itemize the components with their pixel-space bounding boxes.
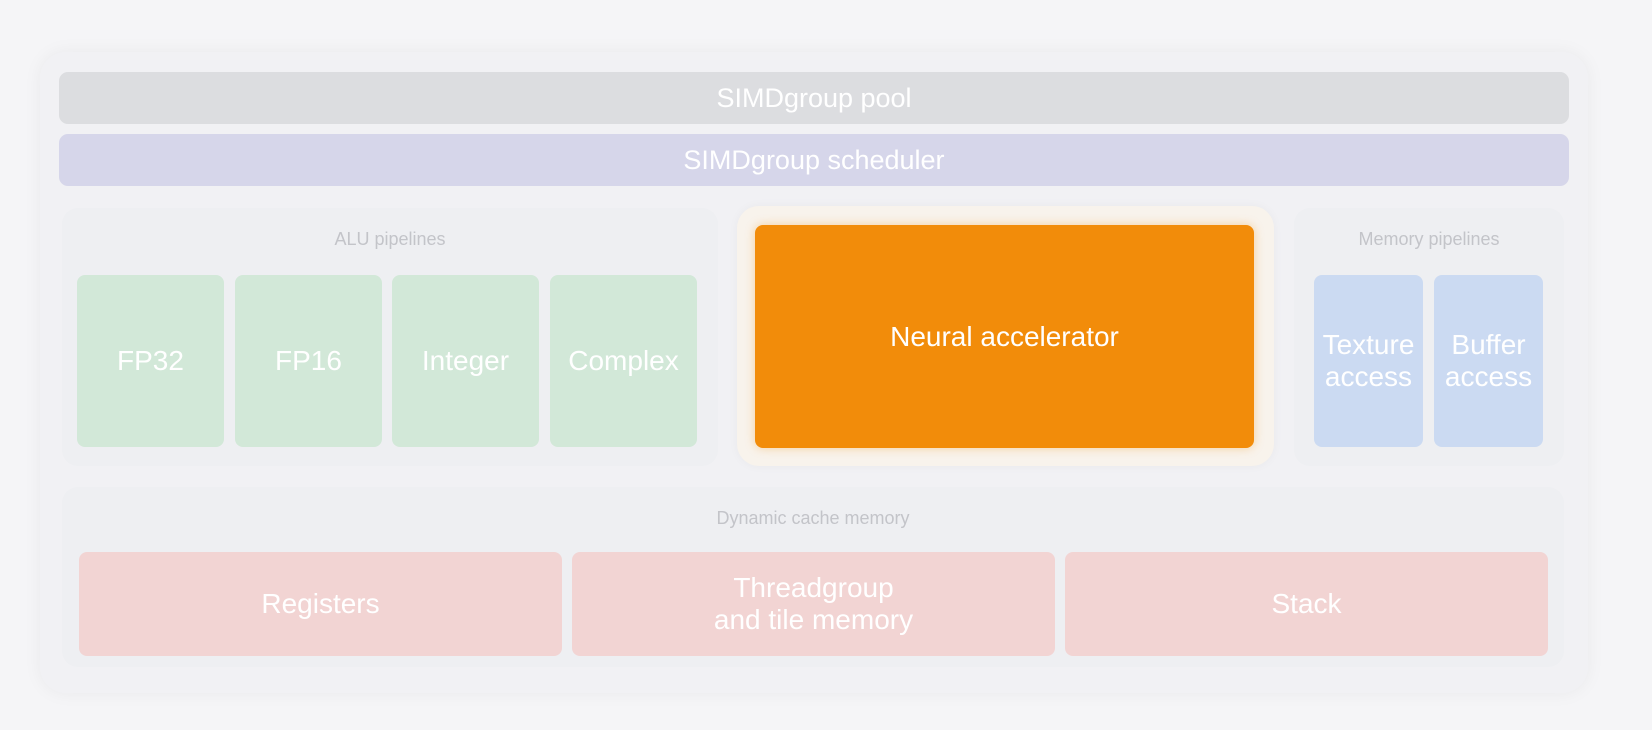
neural-accelerator: Neural accelerator: [755, 225, 1254, 448]
alu-fp32: FP32: [77, 275, 224, 447]
stack-label: Stack: [1271, 587, 1342, 619]
simdgroup-pool: SIMDgroup pool: [59, 72, 1569, 124]
buffer-access: Buffer access: [1434, 275, 1543, 447]
registers-label: Registers: [261, 587, 380, 619]
texture-access: Texture access: [1314, 275, 1423, 447]
buffer-access-label: Buffer access: [1444, 328, 1533, 392]
alu-fp16: FP16: [235, 275, 382, 447]
cache-stack: Stack: [1065, 552, 1548, 656]
texture-access-label: Texture access: [1322, 328, 1415, 392]
alu-pipelines-title: ALU pipelines: [334, 229, 446, 249]
dynamic-cache-title: Dynamic cache memory: [716, 508, 910, 528]
simdgroup-scheduler: SIMDgroup scheduler: [59, 134, 1569, 186]
alu-integer: Integer: [392, 275, 539, 447]
alu-complex: Complex: [550, 275, 697, 447]
cache-threadgroup-tile-memory: Threadgroup and tile memory: [572, 552, 1055, 656]
memory-pipelines-title: Memory pipelines: [1358, 229, 1500, 249]
threadgroup-label: Threadgroup and tile memory: [713, 571, 914, 635]
cache-registers: Registers: [79, 552, 562, 656]
